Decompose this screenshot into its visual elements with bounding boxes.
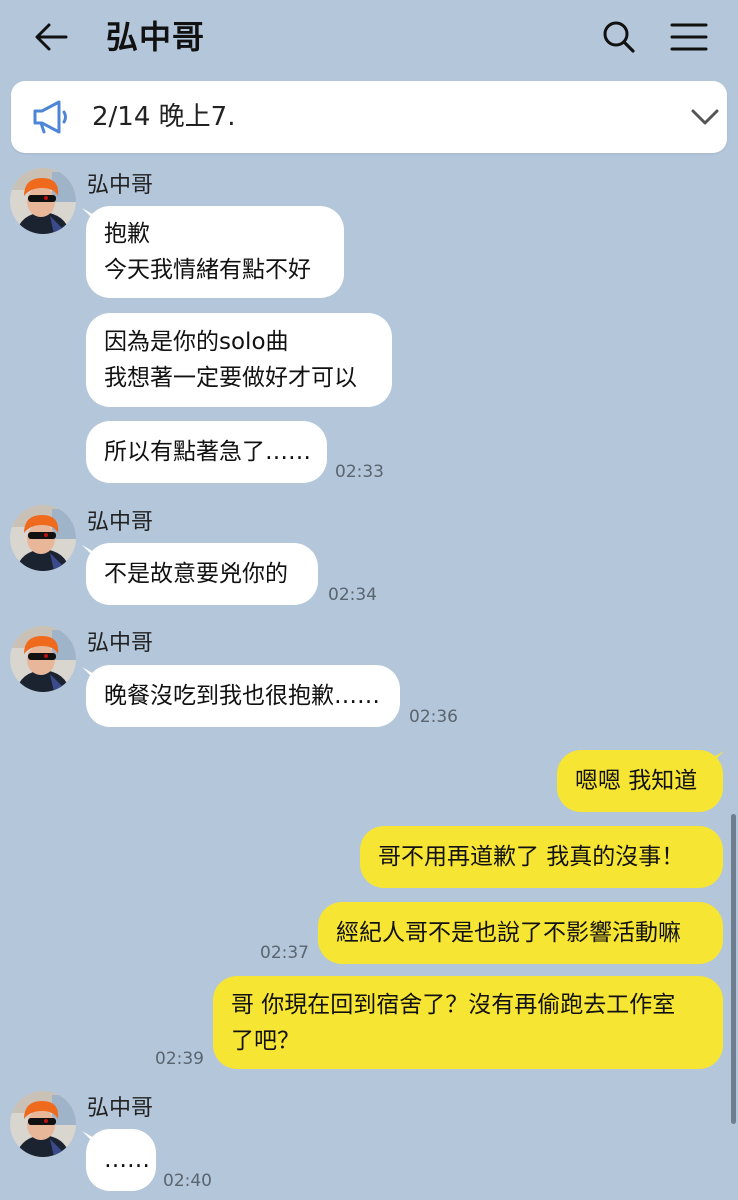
message-text: …… <box>104 1147 150 1173</box>
avatar[interactable] <box>10 1091 76 1157</box>
app-header: 弘中哥 <box>0 0 738 76</box>
chevron-down-icon[interactable] <box>689 103 721 131</box>
message-text: 我想著一定要做好才可以 <box>104 365 357 391</box>
announcement-text: 2/14 晚上7. <box>92 102 236 132</box>
avatar[interactable] <box>10 168 76 234</box>
sender-name: 弘中哥 <box>87 1096 154 1121</box>
message-bubble[interactable]: 所以有點著急了…… <box>86 421 327 483</box>
sender-name: 弘中哥 <box>87 631 154 656</box>
message-bubble[interactable]: 嗯嗯 我知道 <box>557 750 723 812</box>
message-time: 02:34 <box>328 585 377 605</box>
avatar[interactable] <box>10 626 76 692</box>
message-time: 02:33 <box>335 462 384 482</box>
message-time: 02:40 <box>163 1171 212 1191</box>
back-button[interactable] <box>28 14 74 60</box>
menu-button[interactable] <box>664 14 714 60</box>
message-bubble[interactable]: 因為是你的solo曲 我想著一定要做好才可以 <box>86 313 392 407</box>
search-button[interactable] <box>596 14 642 60</box>
message-bubble[interactable]: 抱歉 今天我情緒有點不好 <box>86 206 344 298</box>
message-text: 經紀人哥不是也說了不影響活動嘛 <box>336 920 681 946</box>
message-text: 哥 你現在回到宿舍了？沒有再偷跑去工作室 <box>231 991 676 1018</box>
message-text: 嗯嗯 我知道 <box>575 768 698 794</box>
sender-name: 弘中哥 <box>87 173 154 198</box>
message-bubble[interactable]: 經紀人哥不是也說了不影響活動嘛 <box>318 902 723 964</box>
message-text: 因為是你的solo曲 <box>104 329 289 355</box>
arrow-left-icon <box>35 23 68 51</box>
chat-title: 弘中哥 <box>106 18 206 56</box>
message-bubble[interactable]: 哥不用再道歉了 我真的沒事！ <box>360 826 723 888</box>
message-bubble[interactable]: 晚餐沒吃到我也很抱歉…… <box>86 665 400 727</box>
message-text: 抱歉 <box>104 221 150 247</box>
message-time: 02:39 <box>155 1049 204 1069</box>
hamburger-menu-icon <box>670 23 708 51</box>
message-text: 晚餐沒吃到我也很抱歉…… <box>104 683 380 709</box>
message-bubble[interactable]: 不是故意要兇你的 <box>86 543 318 605</box>
message-bubble[interactable]: 哥 你現在回到宿舍了？沒有再偷跑去工作室 了吧？ <box>213 976 723 1069</box>
message-text: 不是故意要兇你的 <box>104 561 288 587</box>
scrollbar[interactable] <box>731 814 736 1124</box>
message-text: 了吧？ <box>231 1027 300 1054</box>
avatar[interactable] <box>10 505 76 571</box>
message-text: 今天我情緒有點不好 <box>104 257 311 283</box>
announcement-bar[interactable]: 2/14 晚上7. <box>11 81 727 153</box>
message-bubble[interactable]: …… <box>86 1129 156 1191</box>
message-text: 哥不用再道歉了 我真的沒事！ <box>378 844 685 870</box>
message-time: 02:37 <box>260 943 309 963</box>
megaphone-icon <box>33 100 67 134</box>
sender-name: 弘中哥 <box>87 510 154 535</box>
search-icon <box>603 21 635 53</box>
message-time: 02:36 <box>409 707 458 727</box>
message-text: 所以有點著急了…… <box>104 439 311 465</box>
